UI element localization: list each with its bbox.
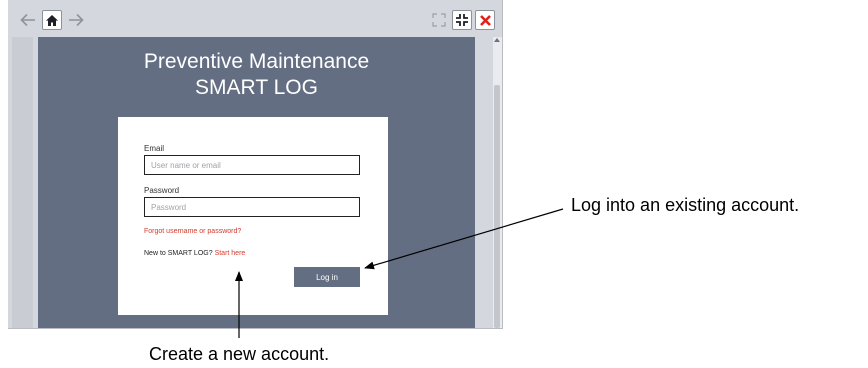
annotation-arrows <box>235 208 564 338</box>
login-callout-text: Log into an existing account. <box>571 195 800 215</box>
login-callout-arrow <box>364 208 564 270</box>
create-callout-text: Create a new account. <box>149 344 330 364</box>
